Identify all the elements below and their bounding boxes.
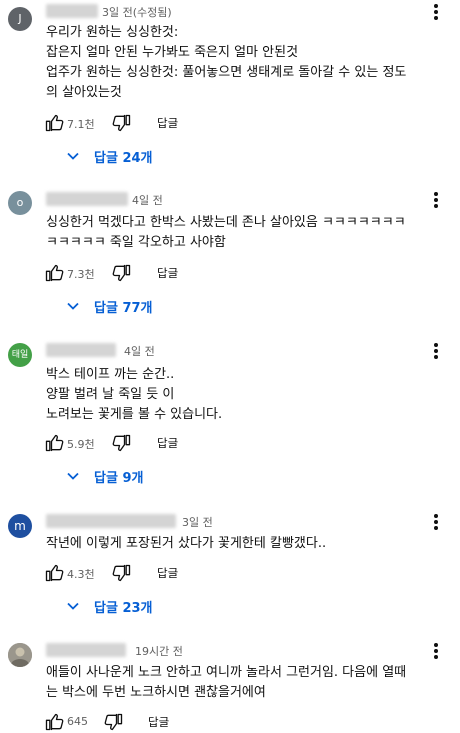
like-count: 7.3천 (67, 268, 95, 281)
comment-text-line: 박스 테이프 까는 순간.. (46, 367, 175, 382)
comment-text-line: 잡은지 얼마 안된 누가봐도 죽은지 얼마 안된것 (46, 45, 299, 60)
avatar[interactable]: m (8, 514, 32, 538)
author-name-redacted[interactable] (46, 4, 98, 18)
comment-actions: 645 답글 (44, 712, 244, 732)
author-name-redacted[interactable] (46, 514, 176, 528)
reply-button[interactable]: 답글 (157, 435, 178, 451)
like-count: 7.1천 (67, 118, 95, 131)
comment-actions: 5.9천 답글 (44, 433, 244, 453)
view-replies-button[interactable]: 답글 24개 (66, 146, 166, 166)
comment-text: 박스 테이프 까는 순간.. 양팔 벌려 날 죽일 듯 이 노려보는 꽃게를 볼… (46, 365, 451, 425)
comment-actions: 7.1천 답글 (44, 113, 244, 133)
thumbs-down-icon[interactable] (112, 113, 132, 133)
avatar[interactable] (8, 643, 32, 667)
thumbs-down-icon[interactable] (112, 563, 132, 583)
chevron-down-icon (67, 602, 79, 610)
reply-button[interactable]: 답글 (157, 265, 178, 281)
comment-timestamp[interactable]: 3일 전(수정됨) (102, 4, 172, 20)
like-count: 5.9천 (67, 438, 95, 451)
comment-text-line: 업주가 원하는 싱싱한것: 풀어놓으면 생태계로 돌아갈 수 있는 정도 (46, 65, 407, 80)
replies-count-label: 답글 23개 (94, 601, 153, 616)
comment-text-line: 우리가 원하는 싱싱한것: (46, 25, 179, 40)
author-name-redacted[interactable] (46, 643, 126, 657)
avatar[interactable]: J (8, 7, 32, 31)
comment-timestamp[interactable]: 19시간 전 (135, 643, 183, 659)
view-replies-button[interactable]: 답글 9개 (66, 466, 166, 486)
reply-button[interactable]: 답글 (148, 714, 169, 730)
author-name-redacted[interactable] (46, 192, 128, 206)
like-count: 645 (67, 715, 88, 728)
more-actions-icon[interactable] (428, 191, 444, 211)
replies-count-label: 답글 77개 (94, 301, 153, 316)
more-actions-icon[interactable] (428, 3, 444, 23)
comment-text-line: 노려보는 꽃게를 볼 수 있습니다. (46, 407, 223, 422)
comment-text-line: 의 살아있는것 (46, 85, 122, 100)
reply-button[interactable]: 답글 (157, 115, 178, 131)
chevron-down-icon (67, 302, 79, 310)
more-actions-icon[interactable] (428, 642, 444, 662)
thumbs-up-icon[interactable] (44, 263, 64, 283)
comment-timestamp[interactable]: 3일 전 (182, 514, 213, 530)
thumbs-up-icon[interactable] (44, 563, 64, 583)
comment-text-line: 애들이 사나운게 노크 안하고 여니까 놀라서 그런거임. 다음에 열때 (46, 665, 407, 680)
chevron-down-icon (67, 152, 79, 160)
comment-text: 작년에 이렇게 포장된거 샀다가 꽃게한테 칼빵갰다.. (46, 534, 451, 554)
comment-text-line: 싱싱한거 먹겠다고 한박스 사봤는데 존나 살아있음 ㅋㅋㅋㅋㅋㅋㅋ (46, 215, 406, 230)
reply-button[interactable]: 답글 (157, 565, 178, 581)
comment-actions: 7.3천 답글 (44, 263, 244, 283)
chevron-down-icon (67, 472, 79, 480)
avatar[interactable]: 태일 (8, 343, 32, 367)
comment-text: 우리가 원하는 싱싱한것: 잡은지 얼마 안된 누가봐도 죽은지 얼마 안된것 … (46, 23, 451, 103)
more-actions-icon[interactable] (428, 513, 444, 533)
comment-actions: 4.3천 답글 (44, 563, 244, 583)
comment-timestamp[interactable]: 4일 전 (132, 192, 163, 208)
comment-text-line: 양팔 벌려 날 죽일 듯 이 (46, 387, 175, 402)
comment-text-line: 작년에 이렇게 포장된거 샀다가 꽃게한테 칼빵갰다.. (46, 536, 327, 551)
thumbs-down-icon[interactable] (112, 263, 132, 283)
replies-count-label: 답글 9개 (94, 471, 144, 486)
thumbs-up-icon[interactable] (44, 712, 64, 732)
author-name-redacted[interactable] (46, 343, 116, 357)
thumbs-down-icon[interactable] (104, 712, 124, 732)
comment-text-line: 는 박스에 두번 노크하시면 괜찮을거에여 (46, 685, 266, 700)
comment-text: 애들이 사나운게 노크 안하고 여니까 놀라서 그런거임. 다음에 열때 는 박… (46, 663, 451, 703)
more-actions-icon[interactable] (428, 342, 444, 362)
view-replies-button[interactable]: 답글 77개 (66, 296, 166, 316)
avatar[interactable]: o (8, 191, 32, 215)
thumbs-up-icon[interactable] (44, 113, 64, 133)
profile-photo-icon (8, 643, 32, 667)
replies-count-label: 답글 24개 (94, 151, 153, 166)
comment-timestamp[interactable]: 4일 전 (124, 343, 155, 359)
comment-text: 싱싱한거 먹겠다고 한박스 사봤는데 존나 살아있음 ㅋㅋㅋㅋㅋㅋㅋ ㅋㅋㅋㅋㅋ… (46, 213, 451, 253)
like-count: 4.3천 (67, 568, 95, 581)
view-replies-button[interactable]: 답글 23개 (66, 596, 166, 616)
thumbs-down-icon[interactable] (112, 433, 132, 453)
thumbs-up-icon[interactable] (44, 433, 64, 453)
comment-text-line: ㅋㅋㅋㅋㅋ 죽일 각오하고 사야함 (46, 235, 226, 250)
